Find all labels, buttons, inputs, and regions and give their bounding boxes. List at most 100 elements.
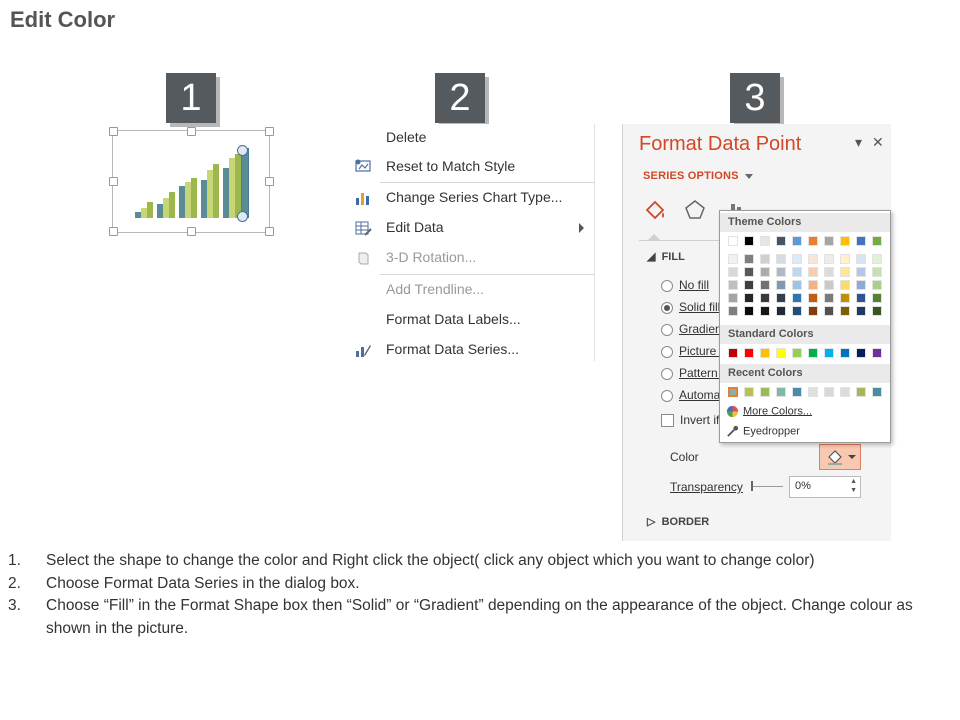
spin-down-icon[interactable]: ▼ [850, 487, 857, 494]
theme-color-swatch[interactable] [792, 236, 802, 246]
theme-shade-swatch[interactable] [792, 280, 802, 290]
standard-color-swatch[interactable] [760, 348, 770, 358]
recent-color-swatch[interactable] [872, 387, 882, 397]
theme-shade-swatch[interactable] [824, 293, 834, 303]
standard-color-swatch[interactable] [824, 348, 834, 358]
theme-shade-swatch[interactable] [760, 267, 770, 277]
theme-shade-swatch[interactable] [824, 306, 834, 316]
more-colors-item[interactable]: More Colors... [726, 405, 812, 418]
standard-color-swatch[interactable] [808, 348, 818, 358]
theme-shade-swatch[interactable] [744, 280, 754, 290]
theme-color-swatch[interactable] [744, 236, 754, 246]
theme-shade-swatch[interactable] [872, 293, 882, 303]
fill-line-tab-icon[interactable] [643, 198, 667, 222]
theme-shade-swatch[interactable] [792, 254, 802, 264]
checkbox-invert-if-negative[interactable]: Invert if [661, 413, 719, 428]
theme-shade-swatch[interactable] [856, 306, 866, 316]
theme-shade-swatch[interactable] [840, 254, 850, 264]
theme-shade-swatch[interactable] [728, 293, 738, 303]
radio-gradient-fill[interactable]: Gradient [661, 322, 725, 336]
menu-item-edit-data[interactable]: Edit Data [350, 214, 596, 242]
menu-item-3d-rotation[interactable]: 3-D Rotation... [350, 244, 596, 272]
recent-color-swatch[interactable] [744, 387, 754, 397]
theme-color-swatch[interactable] [872, 236, 882, 246]
recent-color-swatch[interactable] [840, 387, 850, 397]
theme-shade-swatch[interactable] [728, 306, 738, 316]
radio-no-fill[interactable]: No fill [661, 278, 709, 292]
chart-bar-selected[interactable] [241, 148, 249, 218]
resize-handle[interactable] [109, 227, 118, 236]
resize-handle[interactable] [109, 127, 118, 136]
transparency-input[interactable]: 0% ▲ ▼ [789, 476, 861, 498]
menu-item-format-data-series[interactable]: Format Data Series... [350, 336, 596, 364]
recent-color-swatch[interactable] [760, 387, 770, 397]
theme-shade-swatch[interactable] [808, 254, 818, 264]
resize-handle[interactable] [265, 227, 274, 236]
theme-shade-swatch[interactable] [808, 267, 818, 277]
chart-bar[interactable] [191, 178, 197, 218]
radio-automatic[interactable]: Automa [661, 388, 720, 402]
resize-handle[interactable] [265, 177, 274, 186]
standard-color-swatch[interactable] [856, 348, 866, 358]
theme-shade-swatch[interactable] [856, 280, 866, 290]
recent-color-swatch[interactable] [728, 387, 738, 397]
standard-color-swatch[interactable] [792, 348, 802, 358]
series-options-dropdown[interactable]: SERIES OPTIONS [643, 170, 753, 182]
menu-item-format-data-labels[interactable]: Format Data Labels... [350, 306, 596, 334]
theme-shade-swatch[interactable] [760, 280, 770, 290]
theme-shade-swatch[interactable] [872, 280, 882, 290]
theme-shade-swatch[interactable] [728, 280, 738, 290]
radio-pattern-fill[interactable]: Pattern f [661, 366, 724, 380]
theme-shade-swatch[interactable] [840, 280, 850, 290]
resize-handle[interactable] [109, 177, 118, 186]
theme-color-swatch[interactable] [776, 236, 786, 246]
menu-item-reset-style[interactable]: Reset to Match Style [350, 153, 596, 181]
theme-shade-swatch[interactable] [776, 306, 786, 316]
eyedropper-item[interactable]: Eyedropper [726, 425, 800, 438]
transparency-slider[interactable] [751, 486, 783, 487]
recent-color-swatch[interactable] [792, 387, 802, 397]
recent-color-swatch[interactable] [776, 387, 786, 397]
theme-shade-swatch[interactable] [824, 254, 834, 264]
theme-shade-swatch[interactable] [856, 254, 866, 264]
point-handle[interactable] [237, 145, 248, 156]
slider-thumb[interactable] [751, 481, 753, 491]
point-handle[interactable] [237, 211, 248, 222]
theme-shade-swatch[interactable] [824, 280, 834, 290]
theme-shade-swatch[interactable] [792, 306, 802, 316]
menu-item-add-trendline[interactable]: Add Trendline... [350, 276, 596, 304]
theme-shade-swatch[interactable] [744, 293, 754, 303]
theme-shade-swatch[interactable] [776, 254, 786, 264]
theme-color-swatch[interactable] [824, 236, 834, 246]
resize-handle[interactable] [187, 127, 196, 136]
color-picker-button[interactable] [819, 444, 861, 470]
theme-shade-swatch[interactable] [760, 254, 770, 264]
theme-color-swatch[interactable] [808, 236, 818, 246]
chart-bar[interactable] [213, 164, 219, 218]
theme-color-swatch[interactable] [840, 236, 850, 246]
standard-color-swatch[interactable] [872, 348, 882, 358]
close-icon[interactable]: ✕ [872, 134, 884, 151]
theme-shade-swatch[interactable] [840, 267, 850, 277]
theme-shade-swatch[interactable] [760, 293, 770, 303]
theme-shade-swatch[interactable] [744, 254, 754, 264]
theme-shade-swatch[interactable] [824, 267, 834, 277]
standard-color-swatch[interactable] [728, 348, 738, 358]
theme-shade-swatch[interactable] [792, 293, 802, 303]
theme-shade-swatch[interactable] [792, 267, 802, 277]
standard-color-swatch[interactable] [744, 348, 754, 358]
standard-color-swatch[interactable] [776, 348, 786, 358]
chart-bar[interactable] [169, 192, 175, 218]
theme-shade-swatch[interactable] [872, 267, 882, 277]
recent-color-swatch[interactable] [824, 387, 834, 397]
border-section-toggle[interactable]: ▷ BORDER [647, 515, 709, 528]
theme-shade-swatch[interactable] [808, 280, 818, 290]
theme-shade-swatch[interactable] [872, 306, 882, 316]
theme-shade-swatch[interactable] [760, 306, 770, 316]
resize-handle[interactable] [187, 227, 196, 236]
theme-color-swatch[interactable] [760, 236, 770, 246]
theme-shade-swatch[interactable] [776, 293, 786, 303]
theme-shade-swatch[interactable] [872, 254, 882, 264]
recent-color-swatch[interactable] [808, 387, 818, 397]
theme-shade-swatch[interactable] [856, 267, 866, 277]
